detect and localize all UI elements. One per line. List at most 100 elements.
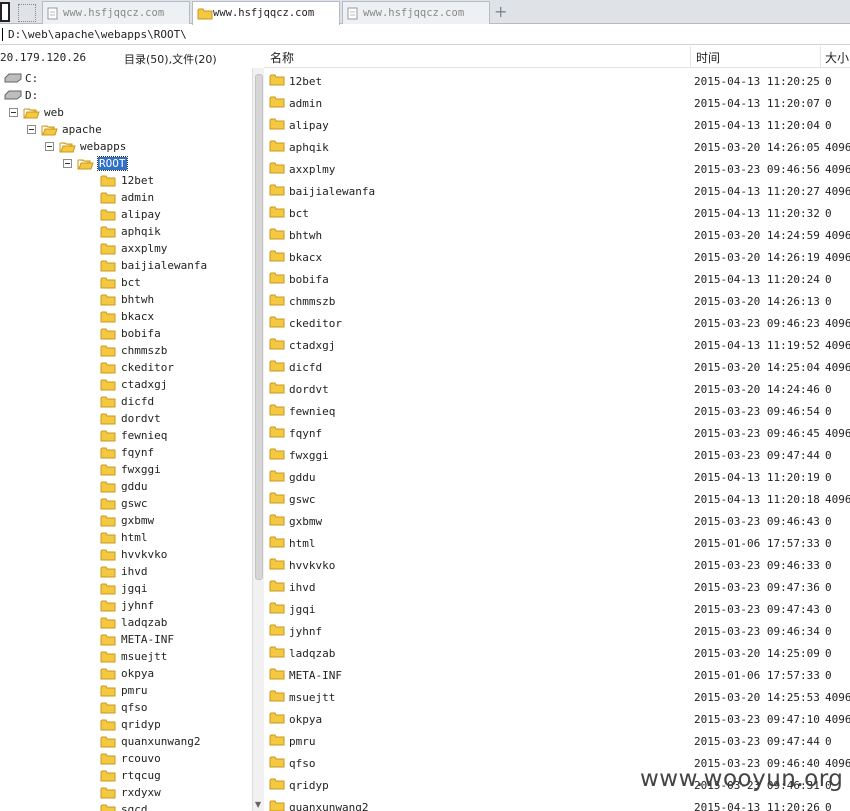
table-row[interactable]: admin 2015-04-13 11:20:07 0: [264, 92, 850, 114]
file-time: 2015-03-20 14:25:09: [694, 647, 820, 660]
folder-icon: [100, 293, 117, 310]
tree-scrollbar[interactable]: ▼: [252, 68, 264, 811]
folder-icon: [269, 403, 286, 420]
folder-icon: [100, 310, 117, 327]
file-name: ctadxgj: [289, 339, 336, 352]
table-row[interactable]: fwxggi 2015-03-23 09:47:44 0: [264, 444, 850, 466]
tab-label: www.hsfjqqcz.com: [63, 7, 165, 19]
collapse-icon[interactable]: [27, 125, 36, 134]
path-input[interactable]: D:\web\apache\webapps\ROOT\: [8, 28, 187, 41]
folder-icon: [100, 276, 117, 293]
folder-icon: [100, 480, 117, 497]
scroll-down-arrow-icon[interactable]: ▼: [255, 800, 261, 809]
column-divider[interactable]: [690, 46, 691, 68]
table-row[interactable]: fqynf 2015-03-23 09:46:45 4096: [264, 422, 850, 444]
file-size: 0: [825, 515, 832, 528]
table-row[interactable]: gswc 2015-04-13 11:20:18 4096: [264, 488, 850, 510]
file-name: fqynf: [289, 427, 323, 440]
tree-node-label: fqynf: [121, 446, 155, 459]
table-row[interactable]: jgqi 2015-03-23 09:47:43 0: [264, 598, 850, 620]
table-row[interactable]: dordvt 2015-03-20 14:24:46 0: [264, 378, 850, 400]
file-size: 0: [825, 669, 832, 682]
table-row[interactable]: META-INF 2015-01-06 17:57:33 0: [264, 664, 850, 686]
table-row[interactable]: ladqzab 2015-03-20 14:25:09 0: [264, 642, 850, 664]
scrollbar-thumb[interactable]: [255, 74, 263, 580]
table-row[interactable]: alipay 2015-04-13 11:20:04 0: [264, 114, 850, 136]
column-divider[interactable]: [820, 46, 821, 68]
column-name-header[interactable]: 名称: [270, 49, 294, 66]
table-row[interactable]: ihvd 2015-03-23 09:47:36 0: [264, 576, 850, 598]
folder-icon: [100, 633, 117, 650]
folder-icon: [269, 491, 286, 508]
page-icon: [347, 7, 359, 23]
folder-icon: [100, 208, 117, 225]
table-row[interactable]: jyhnf 2015-03-23 09:46:34 0: [264, 620, 850, 642]
table-row[interactable]: baijialewanfa 2015-04-13 11:20:27 4096: [264, 180, 850, 202]
table-row[interactable]: gddu 2015-04-13 11:20:19 0: [264, 466, 850, 488]
folder-icon: [100, 344, 117, 361]
file-size: 0: [825, 603, 832, 616]
text-cursor: [2, 28, 3, 41]
table-row[interactable]: axxplmy 2015-03-23 09:46:56 4096: [264, 158, 850, 180]
folder-icon: [269, 579, 286, 596]
folder-icon: [100, 650, 117, 667]
tree-node-label: hvvkvko: [121, 548, 168, 561]
file-size: 0: [825, 119, 832, 132]
collapse-icon[interactable]: [45, 142, 54, 151]
tree-node-label: html: [121, 531, 148, 544]
file-name: quanxunwang2: [289, 801, 369, 811]
table-row[interactable]: quanxunwang2 2015-04-13 11:20:26 0: [264, 796, 850, 811]
table-row[interactable]: hvvkvko 2015-03-23 09:46:33 0: [264, 554, 850, 576]
tree-node-label: fewnieq: [121, 429, 168, 442]
tree-node-label: aphqik: [121, 225, 161, 238]
collapse-icon[interactable]: [63, 159, 72, 168]
table-row[interactable]: html 2015-01-06 17:57:33 0: [264, 532, 850, 554]
table-row[interactable]: dicfd 2015-03-20 14:25:04 4096: [264, 356, 850, 378]
table-row[interactable]: gxbmw 2015-03-23 09:46:43 0: [264, 510, 850, 532]
collapse-icon[interactable]: [9, 108, 18, 117]
file-time: 2015-03-20 14:26:05: [694, 141, 820, 154]
column-size-header[interactable]: 大小: [825, 49, 849, 66]
table-row[interactable]: okpya 2015-03-23 09:47:10 4096: [264, 708, 850, 730]
tree-node-label: web: [44, 106, 64, 119]
tree-node-label: bhtwh: [121, 293, 155, 306]
table-row[interactable]: msuejtt 2015-03-20 14:25:53 4096: [264, 686, 850, 708]
path-bar[interactable]: D:\web\apache\webapps\ROOT\: [0, 25, 850, 45]
new-blank-tab-slot[interactable]: [18, 4, 36, 22]
table-row[interactable]: 12bet 2015-04-13 11:20:25 0: [264, 70, 850, 92]
table-row[interactable]: bobifa 2015-04-13 11:20:24 0: [264, 268, 850, 290]
tab-1[interactable]: www.hsfjqqcz.com: [42, 1, 190, 24]
table-row[interactable]: fewnieq 2015-03-23 09:46:54 0: [264, 400, 850, 422]
folder-icon: [269, 205, 286, 222]
folder-icon: [197, 7, 213, 23]
table-row[interactable]: chmmszb 2015-03-20 14:26:13 0: [264, 290, 850, 312]
table-row[interactable]: bhtwh 2015-03-20 14:24:59 4096: [264, 224, 850, 246]
table-row[interactable]: bct 2015-04-13 11:20:32 0: [264, 202, 850, 224]
folder-icon: [269, 755, 286, 772]
table-row[interactable]: ckeditor 2015-03-23 09:46:23 4096: [264, 312, 850, 334]
folder-icon: [100, 395, 117, 412]
file-name: html: [289, 537, 316, 550]
tree-node-label: pmru: [121, 684, 148, 697]
file-size: 4096: [825, 317, 850, 330]
tab-2[interactable]: www.hsfjqqcz.com: [192, 1, 340, 25]
tree-node-label: D:: [25, 89, 39, 102]
folder-icon: [100, 191, 117, 208]
tab-3[interactable]: www.hsfjqqcz.com: [342, 1, 490, 24]
folder-icon: [100, 327, 117, 344]
file-size: 4096: [825, 361, 850, 374]
table-row[interactable]: aphqik 2015-03-20 14:26:05 4096: [264, 136, 850, 158]
new-tab-plus-icon[interactable]: +: [494, 2, 507, 21]
window-menu-button[interactable]: [0, 2, 10, 22]
tree-node-label: admin: [121, 191, 155, 204]
table-row[interactable]: ctadxgj 2015-04-13 11:19:52 4096: [264, 334, 850, 356]
file-name: baijialewanfa: [289, 185, 376, 198]
directory-tree[interactable]: C: D: web apache webapps ROOT 12bet admin alipay…: [0, 68, 252, 811]
table-row[interactable]: pmru 2015-03-23 09:47:44 0: [264, 730, 850, 752]
file-name: alipay: [289, 119, 329, 132]
tree-node-label: META-INF: [121, 633, 174, 646]
table-row[interactable]: bkacx 2015-03-20 14:26:19 4096: [264, 246, 850, 268]
folder-icon: [100, 718, 117, 735]
column-time-header[interactable]: 时间: [696, 49, 720, 66]
file-name: bct: [289, 207, 309, 220]
